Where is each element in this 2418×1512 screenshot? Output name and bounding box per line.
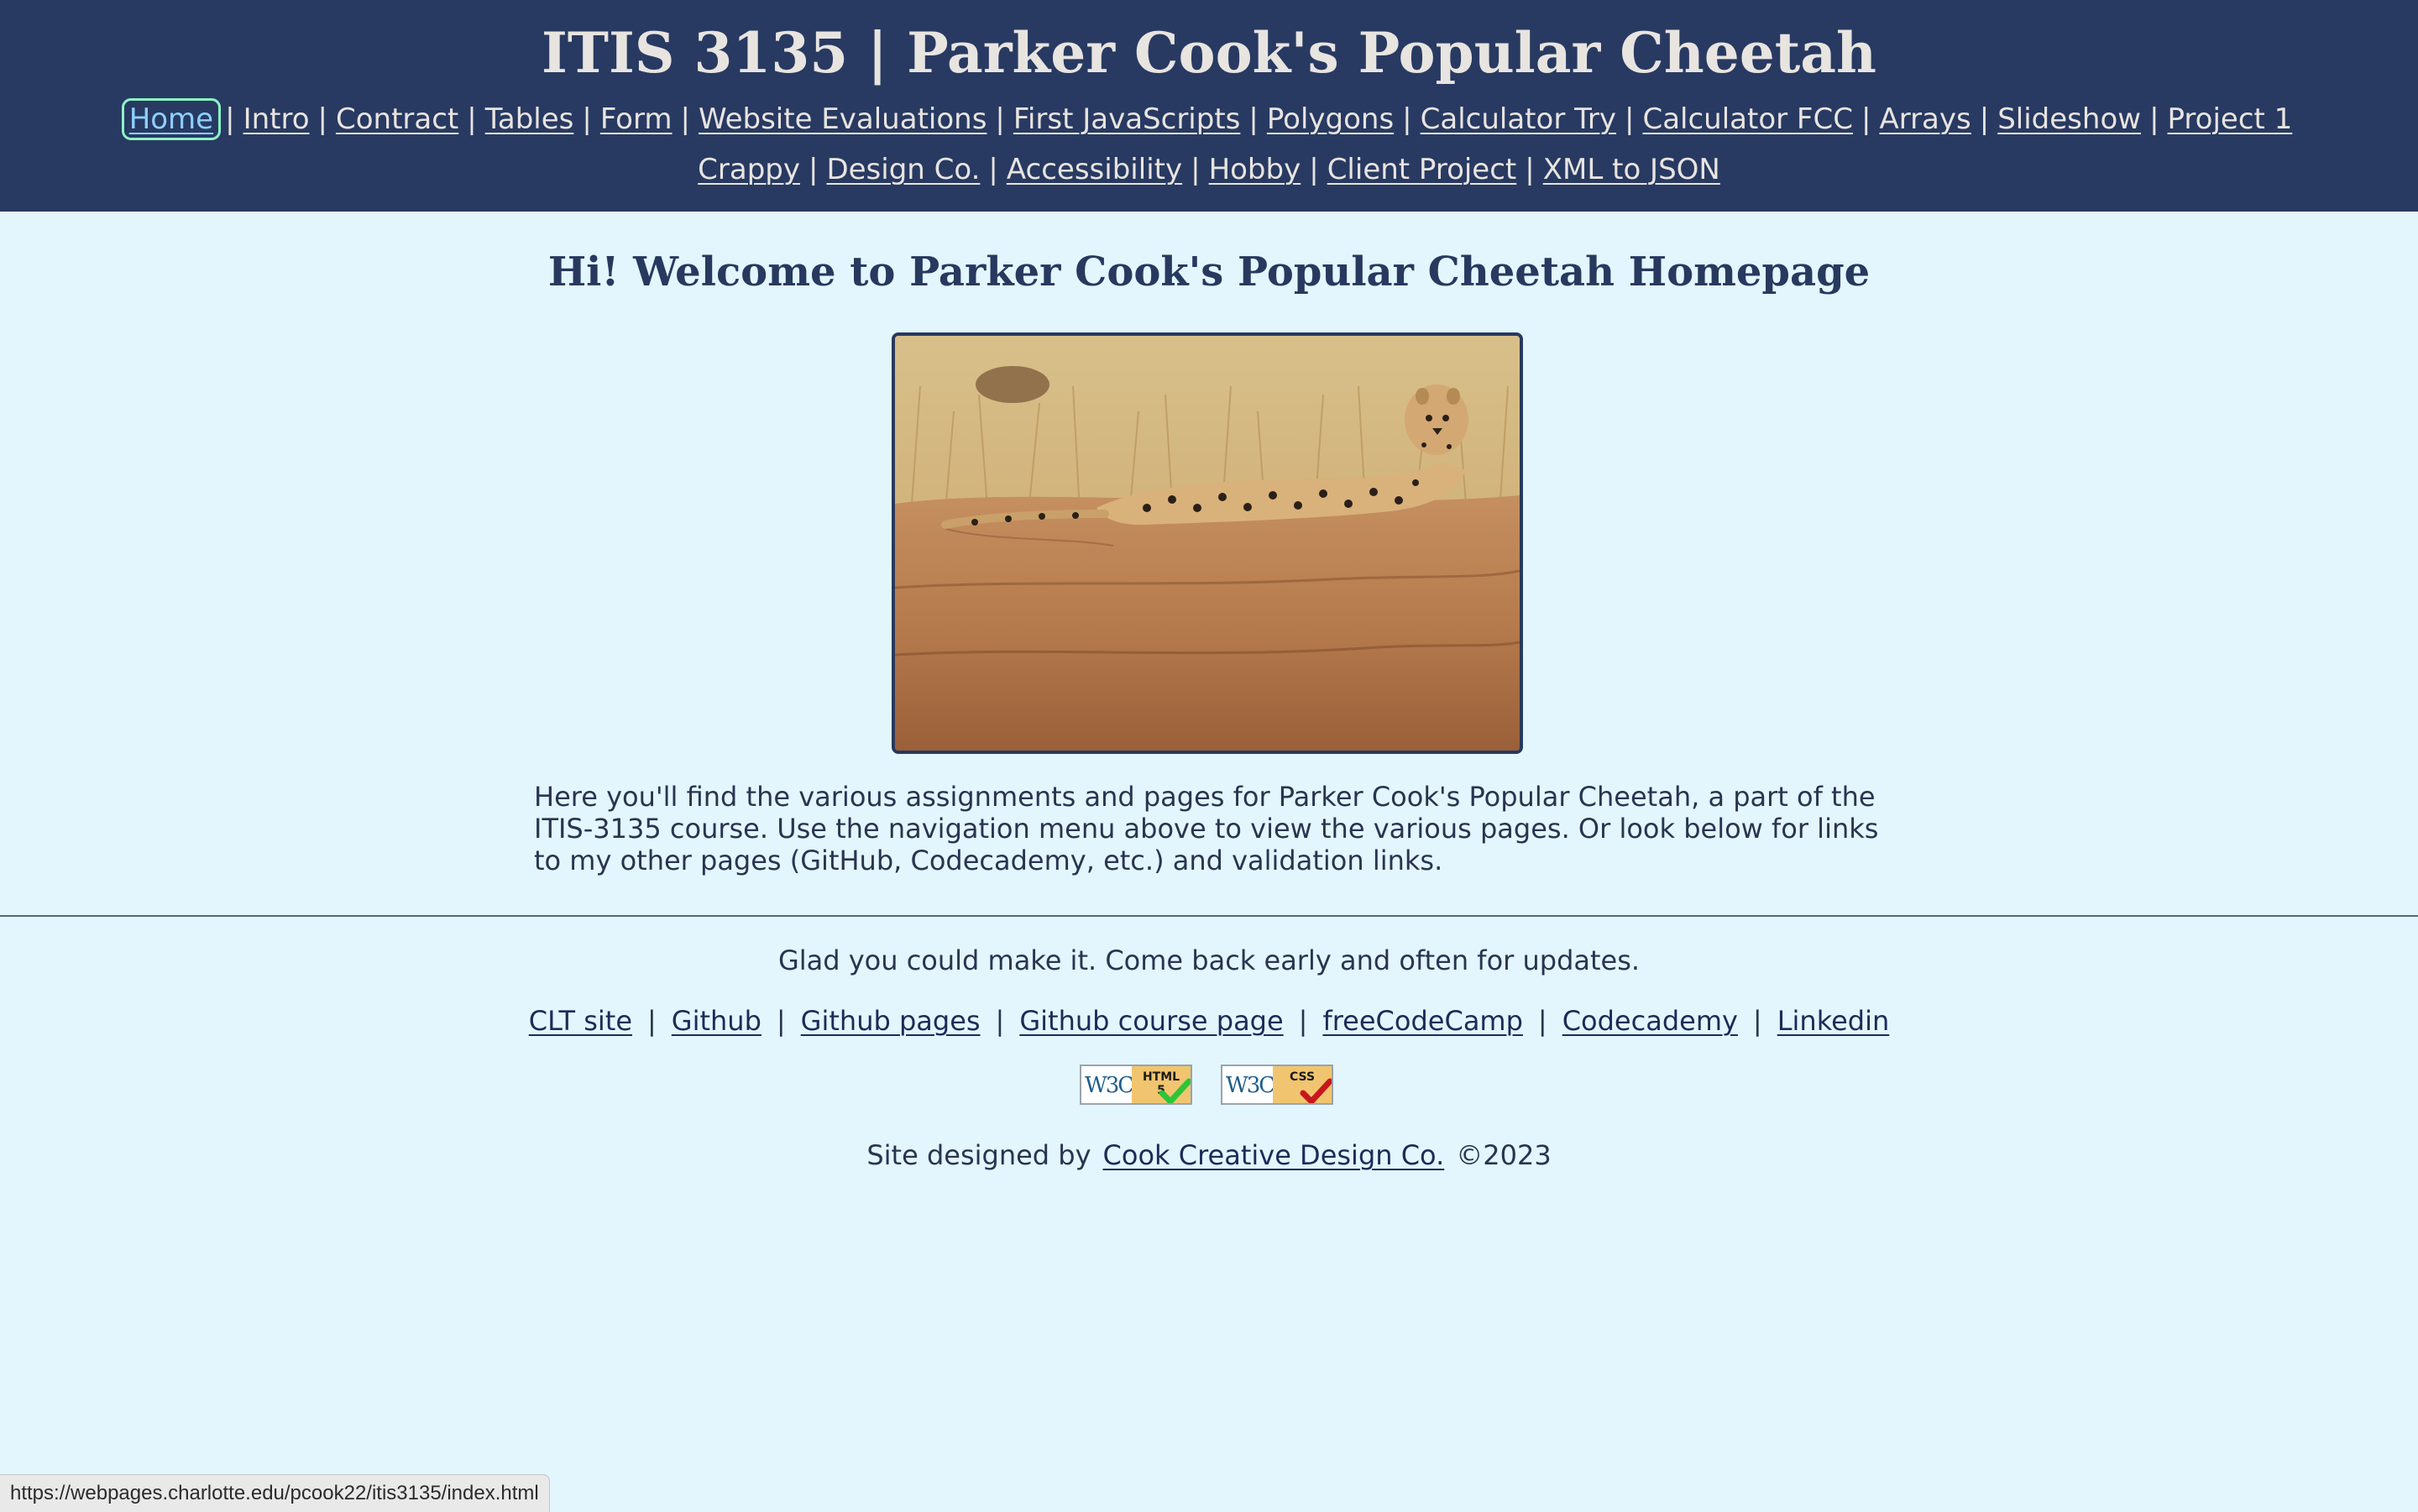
nav-separator: | [2149, 102, 2159, 136]
nav-link-hobby[interactable]: Hobby [1209, 153, 1301, 186]
browser-status-bar-url: https://webpages.charlotte.edu/pcook22/i… [0, 1474, 550, 1512]
credit-prefix: Site designed by [866, 1139, 1091, 1171]
main-nav-row-2: Crappy | Design Co. | Accessibility | Hobby | Cl… [0, 146, 2418, 193]
nav-link-contract[interactable]: Contract [336, 102, 458, 136]
nav-link-xml-to-json[interactable]: XML to JSON [1543, 153, 1720, 186]
site-header: ITIS 3135 | Parker Cook's Popular Cheeta… [0, 0, 2418, 212]
nav-separator: | [582, 102, 592, 136]
intro-paragraph: Here you'll find the various assignments… [534, 781, 1879, 876]
footer-link-codecademy[interactable]: Codecademy [1562, 1005, 1738, 1037]
w3c-logo: W3C [1226, 1073, 1275, 1098]
footer-separator: | [1298, 1005, 1308, 1037]
html5-validation-badge[interactable]: W3C HTML 5 [1080, 1065, 1192, 1105]
nav-link-tables[interactable]: Tables [485, 102, 574, 136]
nav-separator: | [1402, 102, 1412, 136]
nav-link-calculator-fcc[interactable]: Calculator FCC [1642, 102, 1853, 136]
nav-separator: | [1861, 102, 1871, 136]
welcome-heading: Hi! Welcome to Parker Cook's Popular Che… [547, 249, 1871, 296]
w3c-logo: W3C [1085, 1073, 1134, 1098]
nav-link-polygons[interactable]: Polygons [1267, 102, 1394, 136]
css-validation-badge[interactable]: W3C CSS [1221, 1065, 1333, 1105]
cheetah-image [892, 332, 1523, 754]
nav-separator: | [1309, 153, 1319, 186]
nav-separator: | [1979, 102, 1990, 136]
footer-divider [0, 915, 2418, 917]
nav-separator: | [1248, 102, 1259, 136]
nav-link-intro[interactable]: Intro [243, 102, 310, 136]
footer-separator: | [776, 1005, 786, 1037]
footer-link-github-pages[interactable]: Github pages [801, 1005, 981, 1037]
footer-link-clt-site[interactable]: CLT site [529, 1005, 632, 1037]
nav-link-accessibility[interactable]: Accessibility [1007, 153, 1182, 186]
nav-separator: | [1525, 153, 1535, 186]
nav-separator: | [1624, 102, 1635, 136]
nav-link-form[interactable]: Form [600, 102, 673, 136]
design-company-link[interactable]: Cook Creative Design Co. [1103, 1139, 1445, 1171]
copyright-text: ©2023 [1456, 1139, 1552, 1171]
site-title: ITIS 3135 | Parker Cook's Popular Cheeta… [542, 20, 1876, 86]
nav-separator: | [988, 153, 998, 186]
nav-link-website-evaluations[interactable]: Website Evaluations [699, 102, 987, 136]
footer-separator: | [1537, 1005, 1547, 1037]
footer-links: CLT site | Github | Github pages | Github cour… [0, 1002, 2418, 1039]
nav-link-arrays[interactable]: Arrays [1879, 102, 1971, 136]
footer-tagline: Glad you could make it. Come back early … [777, 944, 1641, 976]
nav-link-crappy[interactable]: Crappy [698, 153, 800, 186]
footer-link-github-course-page[interactable]: Github course page [1019, 1005, 1283, 1037]
nav-link-slideshow[interactable]: Slideshow [1997, 102, 2141, 136]
footer-separator: | [1752, 1005, 1762, 1037]
nav-separator: | [995, 102, 1005, 136]
nav-link-home[interactable]: Home [121, 98, 222, 140]
nav-link-client-project[interactable]: Client Project [1327, 153, 1517, 186]
footer-separator: | [995, 1005, 1005, 1037]
footer-link-github[interactable]: Github [672, 1005, 762, 1037]
red-check-icon [1300, 1078, 1332, 1103]
validation-badges: W3C HTML 5 W3C CSS [1080, 1065, 1340, 1105]
green-check-icon [1159, 1078, 1191, 1103]
nav-link-calculator-try[interactable]: Calculator Try [1421, 102, 1616, 136]
nav-separator: | [317, 102, 327, 136]
nav-link-first-javascripts[interactable]: First JavaScripts [1013, 102, 1241, 136]
nav-separator: | [808, 153, 819, 186]
nav-separator: | [467, 102, 477, 136]
nav-link-design-co[interactable]: Design Co. [826, 153, 980, 186]
main-nav-row-1: Home | Intro | Contract | Tables | Form | Website … [0, 96, 2418, 143]
nav-separator: | [225, 102, 235, 136]
footer-link-freecodecamp[interactable]: freeCodeCamp [1322, 1005, 1522, 1037]
nav-separator: | [1191, 153, 1201, 186]
nav-link-project-1[interactable]: Project 1 [2168, 102, 2293, 136]
nav-separator: | [680, 102, 690, 136]
footer-separator: | [647, 1005, 657, 1037]
footer-link-linkedin[interactable]: Linkedin [1777, 1005, 1890, 1037]
site-credit: Site designed by Cook Creative Design Co.… [0, 1137, 2418, 1174]
